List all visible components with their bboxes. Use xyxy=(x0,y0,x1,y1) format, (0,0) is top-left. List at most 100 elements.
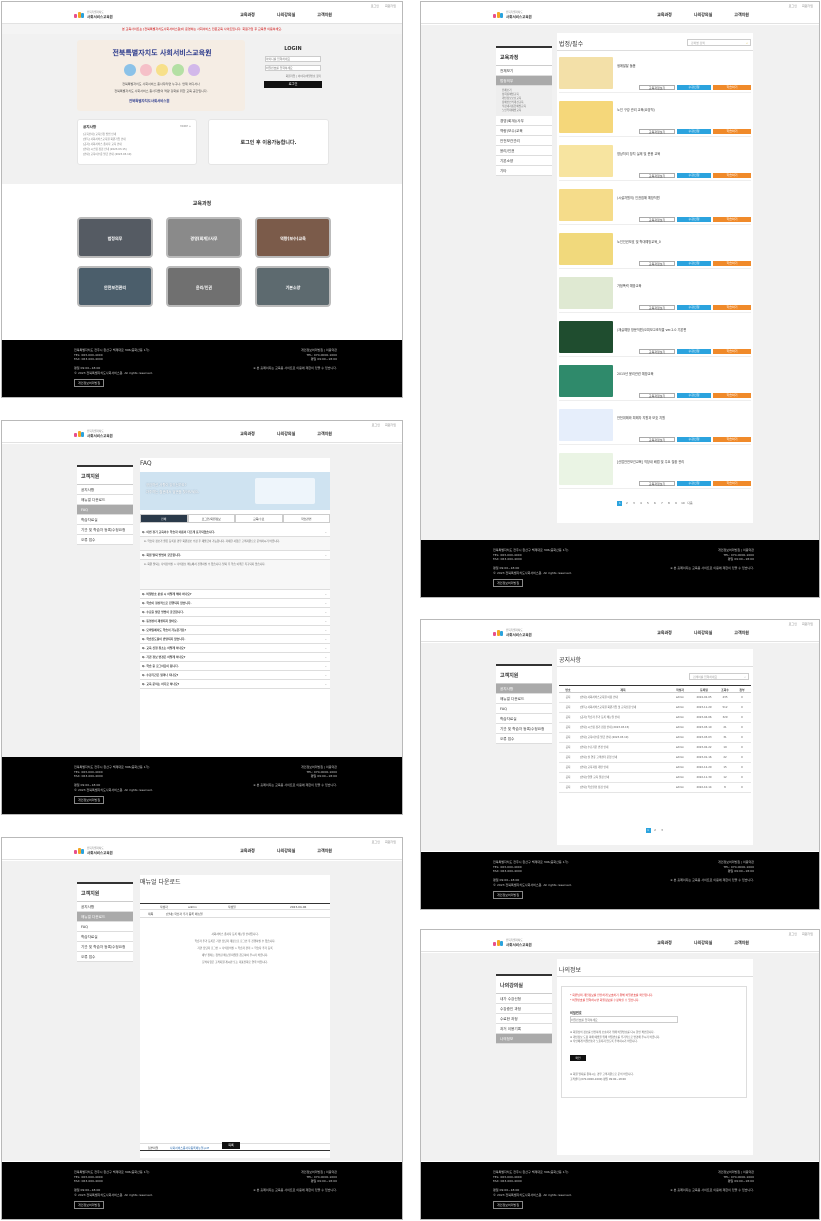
course-apply-button[interactable]: 수강신청 xyxy=(677,481,711,486)
faq-question[interactable]: Q. 교육 문의는 어디로 하나요? ⌄ xyxy=(140,680,330,689)
course-apply-button[interactable]: 수강신청 xyxy=(677,437,711,442)
sidenav-item[interactable]: 역량(보수)교육 xyxy=(496,126,552,136)
chevron-down-icon[interactable]: ⌄ xyxy=(325,590,327,599)
course-name[interactable]: 안전위해와 피해자 지원과 보호 지원 xyxy=(617,415,665,420)
site-logo[interactable]: 전북특별자치도 사회서비스교육원 xyxy=(74,430,113,438)
home-notice-item[interactable]: [안내] 교육이수증 발급 안내 (2023.03.10) xyxy=(83,152,131,157)
table-cell[interactable]: [필독] 사회서비스교육원 회원가입 및 교육신청 안내 xyxy=(577,703,669,712)
table-row[interactable]: 공지 [안내] 교육이수증 발급 안내 (2023.03.10) admin 2023… xyxy=(559,733,751,743)
nav-support[interactable]: 고객지원 xyxy=(734,940,749,946)
faq-question[interactable]: Q. 기관 정보 변경은 어떻게 하나요? ⌄ xyxy=(140,653,330,662)
course-detail-button[interactable]: 교육과정보기 xyxy=(639,261,675,266)
chevron-down-icon[interactable]: ⌄ xyxy=(325,626,327,635)
site-logo[interactable]: 전북특별자치도 사회서비스교육원 xyxy=(493,939,532,947)
course-apply-button[interactable]: 수강신청 xyxy=(677,349,711,354)
nav-courses[interactable]: 교육과정 xyxy=(240,431,255,437)
page-link[interactable]: 다음 xyxy=(687,501,692,506)
sidenav-item[interactable]: 기관 및 학습자 등록/수정요청 xyxy=(496,724,552,734)
faq-question[interactable]: Q. 회원 탈퇴 방법이 궁금합니다. ⌄ xyxy=(140,551,330,560)
page-link[interactable]: 9 xyxy=(673,501,678,506)
login-links[interactable]: 회원가입 | 아이디/비밀번호 찾기 xyxy=(257,74,321,78)
course-study-button[interactable]: 학습하기 xyxy=(713,129,751,134)
page-link[interactable]: 5 xyxy=(645,501,650,506)
course-detail-button[interactable]: 교육과정보기 xyxy=(639,217,675,222)
course-thumbnail[interactable] xyxy=(559,409,613,441)
course-thumbnail[interactable] xyxy=(559,453,613,485)
sidenav-item[interactable]: FAQ xyxy=(496,704,552,714)
sidenav-item[interactable]: 수강중인 과정 xyxy=(496,1004,552,1014)
pw-input[interactable] xyxy=(570,1016,678,1023)
course-study-button[interactable]: 학습하기 xyxy=(713,437,751,442)
chevron-down-icon[interactable]: ⌄ xyxy=(325,551,327,560)
faq-tab[interactable]: 로그인/회원정보 xyxy=(187,514,235,523)
search-icon[interactable]: ⌕ xyxy=(746,40,748,46)
table-row[interactable]: 공지 [안내] 시스템 정기 점검 안내 (2023.03.15) admin 202… xyxy=(559,723,751,733)
page-link[interactable]: 2 xyxy=(624,501,629,506)
nav-support[interactable]: 고객지원 xyxy=(734,12,749,18)
chevron-down-icon[interactable]: ⌄ xyxy=(325,662,327,671)
faq-tab[interactable]: 교육/수료 xyxy=(235,514,283,523)
sidenav-item[interactable]: 오류 접수 xyxy=(77,535,133,545)
sidenav-item[interactable]: 전체보기 xyxy=(496,66,552,76)
faq-question[interactable]: Q. 수료증 발급 방법이 궁금합니다. ⌄ xyxy=(140,608,330,617)
page-link[interactable]: 3 xyxy=(660,828,665,833)
confirm-button[interactable]: 확인 xyxy=(570,1055,586,1061)
course-detail-button[interactable]: 교육과정보기 xyxy=(639,393,675,398)
course-thumbnail[interactable] xyxy=(559,365,613,397)
course-name[interactable]: [산업안전보건교육] 직장내 배법 및 주요 질환 관리 xyxy=(617,459,684,464)
course-detail-button[interactable]: 교육과정보기 xyxy=(639,437,675,442)
course-study-button[interactable]: 학습하기 xyxy=(713,349,751,354)
faq-question[interactable]: Q. 학습진도율이 반영되지 않습니다. ⌄ xyxy=(140,635,330,644)
faq-question[interactable]: Q. 학습 중 로그아웃이 됩니다. ⌄ xyxy=(140,662,330,671)
notice-search-input[interactable]: 검색어를 입력하세요 ⌕ xyxy=(689,673,749,680)
sidenav-item[interactable]: 매뉴얼 다운로드 xyxy=(496,694,552,704)
sidenav-item[interactable]: 오류 접수 xyxy=(496,734,552,744)
sidenav-item[interactable]: 공지사항 xyxy=(77,485,133,495)
course-apply-button[interactable]: 수강신청 xyxy=(677,305,711,310)
chevron-down-icon[interactable]: ⌄ xyxy=(325,635,327,644)
course-study-button[interactable]: 학습하기 xyxy=(713,261,751,266)
course-apply-button[interactable]: 수강신청 xyxy=(677,217,711,222)
site-logo[interactable]: 전북특별자치도 사회서비스교육원 xyxy=(74,847,113,855)
page-link[interactable]: 2 xyxy=(653,828,658,833)
nav-courses[interactable]: 교육과정 xyxy=(657,630,672,636)
sidenav-item[interactable]: 내가 수강신청 xyxy=(496,994,552,1004)
table-cell[interactable]: [안내] 수료기준 변경 안내 xyxy=(577,743,669,752)
chevron-down-icon[interactable]: ⌄ xyxy=(325,653,327,662)
course-thumbnail[interactable] xyxy=(559,189,613,221)
nav-courses[interactable]: 교육과정 xyxy=(657,12,672,18)
table-row[interactable]: 공지 [안내] 연말 교육 일정 안내 admin 2022-11-30 12 0 xyxy=(559,773,751,783)
table-cell[interactable]: [안내] 시스템 정기 점검 안내 (2023.03.15) xyxy=(577,723,669,732)
page-link[interactable]: 6 xyxy=(652,501,657,506)
sidenav-item[interactable]: 매뉴얼 다운로드 xyxy=(77,912,133,922)
login-id-input[interactable] xyxy=(265,56,321,62)
nav-myroom[interactable]: 나의강의실 xyxy=(694,630,712,636)
course-study-button[interactable]: 학습하기 xyxy=(713,85,751,90)
course-apply-button[interactable]: 수강신청 xyxy=(677,393,711,398)
page-link[interactable]: 7 xyxy=(659,501,664,506)
course-name[interactable]: 2015년 윤리관련 예방교육 xyxy=(617,371,654,376)
chevron-down-icon[interactable]: ⌄ xyxy=(325,671,327,680)
sidenav-item[interactable]: 법정의무 xyxy=(496,76,552,86)
course-name[interactable]: (재실예방 방문직원)오피보고조직결 ver.2.0 기본편 xyxy=(617,327,686,332)
nav-support[interactable]: 고객지원 xyxy=(317,431,332,437)
footer-privacy-button[interactable]: 개인정보처리방침 xyxy=(493,578,524,587)
faq-question[interactable]: Q. 이번 정기 교육이수 학습자 이름이 다르게 표기되었습니다. ⌄ xyxy=(140,528,330,537)
nav-support[interactable]: 고객지원 xyxy=(734,630,749,636)
sidenav-item[interactable]: 기본소양 xyxy=(496,156,552,166)
home-notice-more[interactable]: MORE + xyxy=(180,125,191,128)
course-name[interactable]: 영상처리 장치 실제 및 운용 교육 xyxy=(617,151,660,156)
course-apply-button[interactable]: 수강신청 xyxy=(677,173,711,178)
sidenav-item[interactable]: 학습자료실 xyxy=(77,515,133,525)
faq-tab[interactable]: 전체 xyxy=(140,514,188,523)
sidenav-item[interactable]: 학습자료실 xyxy=(496,714,552,724)
site-logo[interactable]: 전북특별자치도 사회서비스교육원 xyxy=(74,11,113,19)
chevron-down-icon[interactable]: ⌄ xyxy=(325,680,327,689)
page-link[interactable]: 8 xyxy=(666,501,671,506)
course-thumbnail[interactable] xyxy=(559,321,613,353)
table-row[interactable]: 공지 [안내] 설 연휴 고객센터 운영 안내 admin 2023-01-16 22 0 xyxy=(559,753,751,763)
course-study-button[interactable]: 학습하기 xyxy=(713,481,751,486)
course-thumbnail[interactable] xyxy=(559,145,613,177)
course-thumbnail[interactable] xyxy=(559,101,613,133)
login-button[interactable]: 로그인 xyxy=(264,81,322,88)
